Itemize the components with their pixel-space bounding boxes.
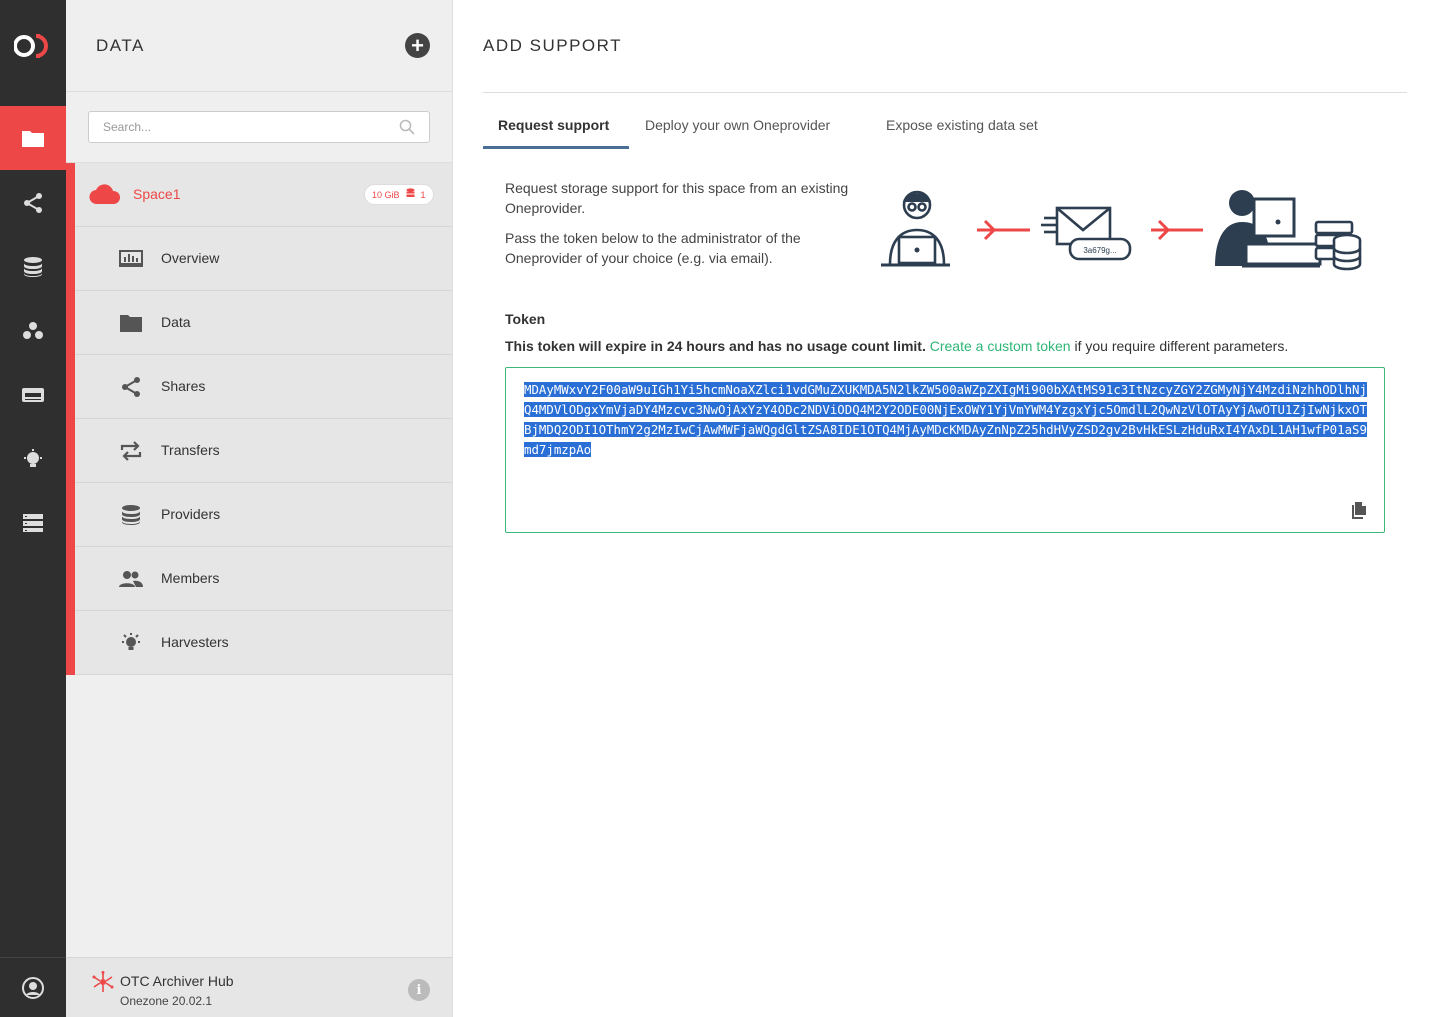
sidebar-title: DATA bbox=[96, 36, 145, 55]
space-nav-transfers[interactable]: Transfers bbox=[75, 419, 452, 483]
space-nav-label: Overview bbox=[161, 250, 220, 266]
rail-item-clusters[interactable] bbox=[0, 491, 66, 555]
space-nav-harvesters[interactable]: Harvesters bbox=[75, 611, 452, 675]
support-description: Request storage support for this space f… bbox=[505, 178, 875, 278]
hub-name: OTC Archiver Hub bbox=[120, 973, 234, 989]
space-nav-label: Data bbox=[161, 314, 191, 330]
support-illustration: 3a679g... bbox=[878, 180, 1368, 272]
onedata-logo-icon[interactable] bbox=[0, 0, 66, 92]
token-note-rest: if you require different parameters. bbox=[1070, 338, 1289, 354]
admin-server-icon bbox=[1215, 190, 1362, 271]
copy-token-button[interactable] bbox=[1350, 501, 1368, 524]
onezone-version: Onezone 20.02.1 bbox=[120, 994, 213, 1008]
search-input[interactable] bbox=[89, 112, 389, 142]
space-active-indicator bbox=[66, 163, 75, 675]
rail-item-harvesters[interactable] bbox=[0, 427, 66, 491]
badge-database-icon bbox=[406, 188, 415, 201]
tab-expose-dataset[interactable]: Expose existing data set bbox=[886, 104, 1038, 149]
info-button[interactable]: i bbox=[408, 979, 430, 1001]
main-nav-rail bbox=[0, 0, 66, 1017]
token-icon bbox=[22, 388, 44, 402]
space-nav-shares[interactable]: Shares bbox=[75, 355, 452, 419]
folder-icon bbox=[119, 312, 143, 334]
cloud-icon bbox=[89, 184, 121, 205]
description-paragraph: Pass the token below to the administrato… bbox=[505, 230, 801, 266]
groups-icon bbox=[23, 322, 43, 339]
token-expiry-text: This token will expire in 24 hours and h… bbox=[505, 338, 926, 354]
token-section-title: Token bbox=[505, 311, 546, 327]
rail-item-groups[interactable] bbox=[0, 299, 66, 363]
tab-request-support[interactable]: Request support bbox=[483, 104, 629, 149]
folder-icon bbox=[22, 131, 44, 147]
space-providers-count: 1 bbox=[420, 189, 426, 200]
share-icon bbox=[24, 193, 42, 213]
user-icon bbox=[22, 976, 44, 999]
rail-item-data[interactable] bbox=[0, 106, 66, 170]
arrow-icon bbox=[1151, 219, 1203, 241]
token-note: This token will expire in 24 hours and h… bbox=[505, 338, 1288, 354]
harvester-icon bbox=[24, 449, 42, 467]
add-space-button[interactable]: + bbox=[405, 33, 430, 58]
sidebar-footer: OTC Archiver Hub Onezone 20.02.1 i bbox=[66, 957, 452, 1017]
main-content: ADD SUPPORT Request support Deploy your … bbox=[453, 0, 1437, 1017]
space-nav-label: Harvesters bbox=[161, 634, 229, 650]
space-size: 10 GiB bbox=[372, 189, 400, 200]
space-nav-providers[interactable]: Providers bbox=[75, 483, 452, 547]
members-icon bbox=[119, 568, 143, 590]
search-icon bbox=[399, 119, 415, 135]
database-icon bbox=[119, 504, 143, 526]
rail-user-account[interactable] bbox=[0, 957, 66, 1017]
sidebar: DATA + Space1 10 GiB 1 Overview Data bbox=[66, 0, 453, 1017]
rail-item-tokens[interactable] bbox=[0, 363, 66, 427]
illustration-token-text: 3a679g... bbox=[1083, 246, 1116, 255]
plus-icon: + bbox=[411, 32, 424, 58]
space-item: Space1 10 GiB 1 Overview Data Shares Tra… bbox=[66, 162, 452, 675]
page-title: ADD SUPPORT bbox=[483, 36, 622, 55]
space-header-row[interactable]: Space1 10 GiB 1 bbox=[75, 163, 452, 227]
space-nav-label: Providers bbox=[161, 506, 221, 522]
space-nav-overview[interactable]: Overview bbox=[75, 227, 452, 291]
space-nav-label: Transfers bbox=[161, 442, 220, 458]
database-icon bbox=[24, 257, 42, 277]
onezone-hub-icon bbox=[92, 971, 114, 992]
space-nav-label: Shares bbox=[161, 378, 206, 394]
sidebar-header: DATA + bbox=[66, 0, 452, 92]
harvester-icon bbox=[119, 632, 143, 654]
space-nav-label: Members bbox=[161, 570, 220, 586]
token-textarea[interactable]: MDAyMWxvY2F00aW9uIGh1Yi5hcmNoaXZlci1vdGM… bbox=[505, 367, 1385, 533]
arrow-icon bbox=[977, 219, 1030, 241]
create-custom-token-link[interactable]: Create a custom token bbox=[930, 338, 1071, 354]
copy-icon bbox=[1352, 502, 1366, 519]
rail-item-providers[interactable] bbox=[0, 235, 66, 299]
overview-icon bbox=[119, 248, 143, 270]
share-icon bbox=[119, 376, 143, 398]
token-value[interactable]: MDAyMWxvY2F00aW9uIGh1Yi5hcmNoaXZlci1vdGM… bbox=[524, 380, 1370, 460]
space-nav-members[interactable]: Members bbox=[75, 547, 452, 611]
clusters-icon bbox=[23, 514, 43, 532]
header-divider bbox=[483, 92, 1407, 93]
user-laptop-icon bbox=[881, 190, 950, 267]
space-name: Space1 bbox=[133, 186, 181, 202]
transfers-icon bbox=[119, 440, 143, 462]
rail-item-shares[interactable] bbox=[0, 171, 66, 235]
tab-deploy-oneprovider[interactable]: Deploy your own Oneprovider bbox=[645, 104, 830, 149]
info-icon: i bbox=[416, 982, 422, 998]
space-status-badge: 10 GiB 1 bbox=[364, 184, 434, 205]
space-nav-data[interactable]: Data bbox=[75, 291, 452, 355]
token-value-selected: MDAyMWxvY2F00aW9uIGh1Yi5hcmNoaXZlci1vdGM… bbox=[524, 382, 1367, 457]
description-paragraph: Request storage support for this space f… bbox=[505, 180, 849, 216]
sidebar-search bbox=[88, 111, 430, 143]
